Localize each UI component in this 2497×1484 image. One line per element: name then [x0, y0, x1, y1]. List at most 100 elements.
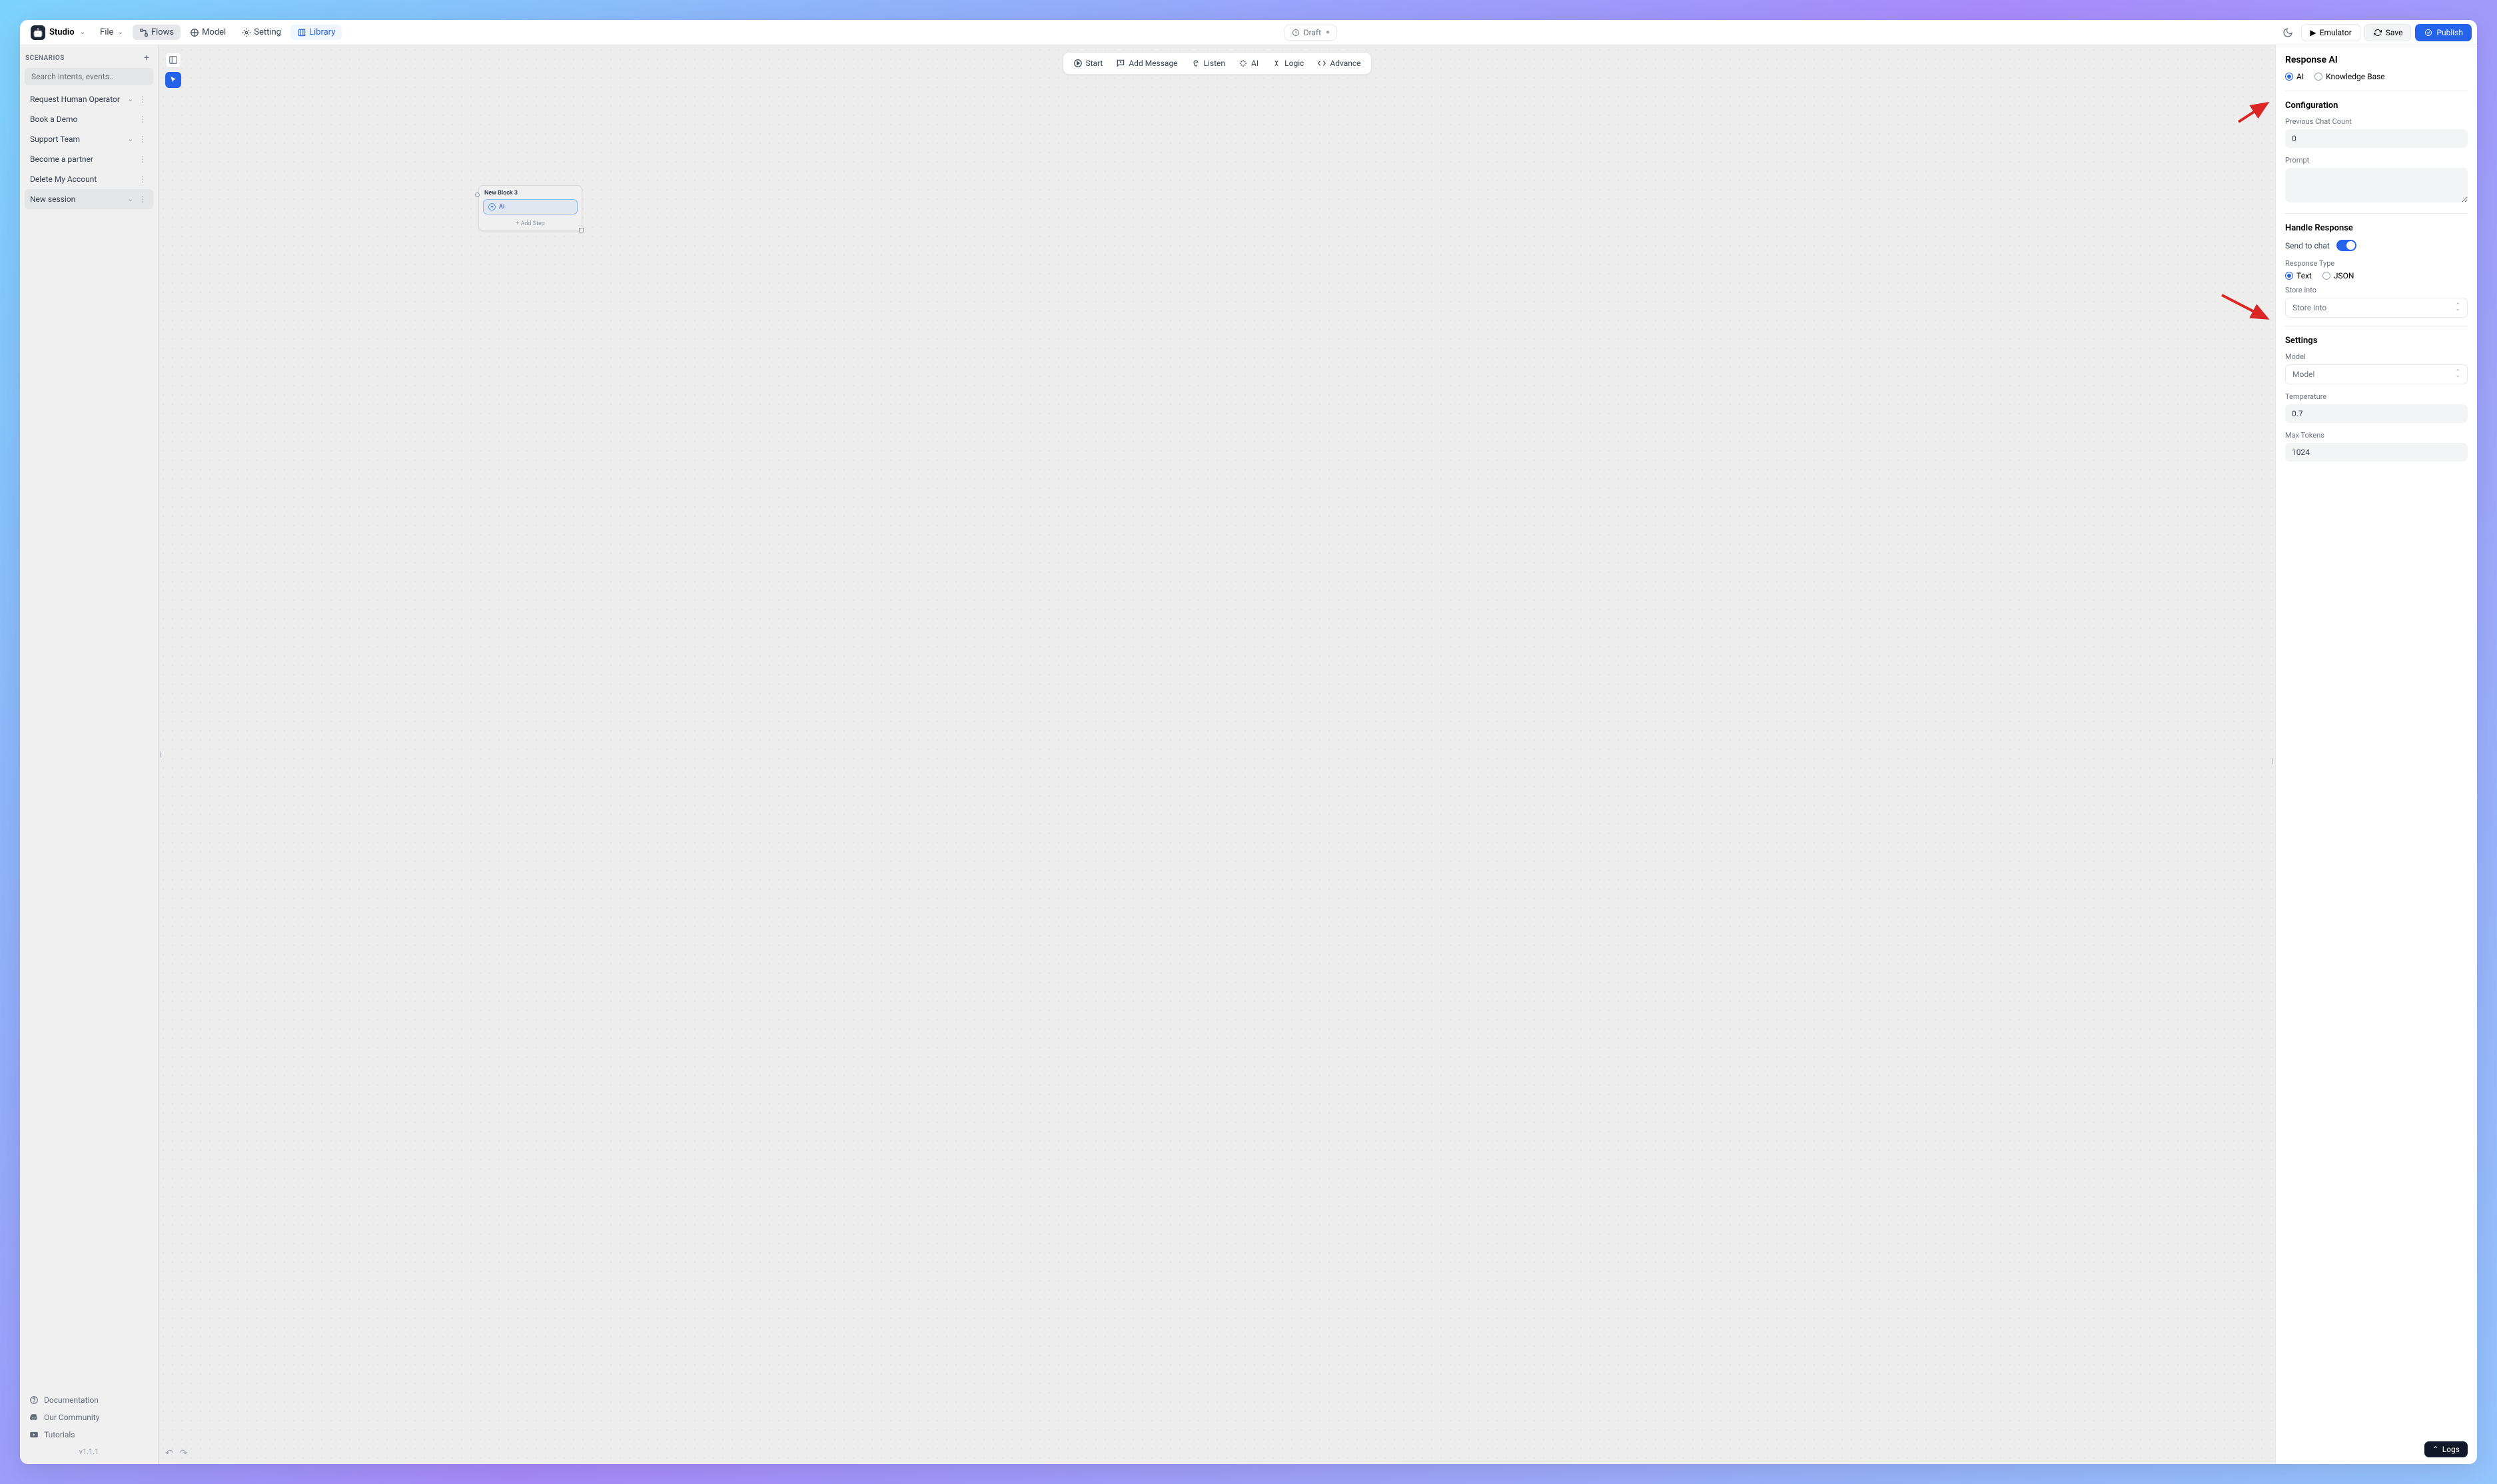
logic-icon — [1272, 59, 1281, 68]
sidebar-item[interactable]: Support Team ⌄ ⋮ — [25, 129, 153, 149]
more-icon[interactable]: ⋮ — [137, 175, 148, 184]
file-menu[interactable]: File ⌄ — [93, 25, 130, 40]
discord-icon — [29, 1413, 39, 1422]
text-radio[interactable]: Text — [2285, 271, 2312, 280]
config-title: Configuration — [2285, 101, 2468, 111]
logic-button[interactable]: Logic — [1266, 55, 1310, 71]
store-label: Store into — [2285, 286, 2468, 294]
model-icon — [190, 28, 199, 37]
resp-type-label: Response Type — [2285, 259, 2468, 268]
message-icon — [1116, 59, 1125, 68]
select-chevron-icon: ⌃⌄ — [2455, 304, 2460, 311]
send-chat-label: Send to chat — [2285, 241, 2330, 250]
kb-radio[interactable]: Knowledge Base — [2314, 72, 2385, 81]
ear-icon — [1191, 59, 1201, 68]
radio-icon — [2322, 272, 2330, 280]
brand-name: Studio — [49, 27, 75, 37]
advance-button[interactable]: Advance — [1311, 55, 1366, 71]
prompt-textarea[interactable] — [2285, 168, 2468, 202]
sparkle-icon — [1239, 59, 1248, 68]
topbar: Studio ⌄ File ⌄ Flows Model Setting — [20, 20, 2477, 45]
collapse-panel-handle[interactable]: ⟩ — [2270, 755, 2275, 768]
setting-menu[interactable]: Setting — [235, 25, 288, 40]
sidebar-item[interactable]: New session ⌄ ⋮ — [25, 189, 153, 209]
listen-button[interactable]: Listen — [1185, 55, 1232, 71]
max-tokens-input[interactable] — [2285, 443, 2468, 462]
flows-menu[interactable]: Flows — [133, 25, 181, 40]
moon-icon — [2282, 27, 2293, 38]
theme-toggle[interactable] — [2278, 23, 2297, 42]
play-circle-icon — [1073, 59, 1082, 68]
model-select[interactable]: Model ⌃⌄ — [2285, 364, 2468, 384]
sidebar-item[interactable]: Delete My Account ⋮ — [25, 169, 153, 189]
chevron-down-icon: ⌄ — [80, 29, 85, 36]
temperature-input[interactable] — [2285, 404, 2468, 423]
chevron-up-icon: ⌃ — [2432, 1445, 2439, 1454]
add-step-button[interactable]: + Add Step — [479, 217, 582, 230]
prev-chat-label: Previous Chat Count — [2285, 117, 2468, 126]
ai-button[interactable]: AI — [1233, 55, 1264, 71]
cursor-tool[interactable] — [165, 72, 181, 88]
redo-button[interactable]: ↷ — [180, 1448, 188, 1459]
right-panel: Response AI AI Knowledge Base Configurat… — [2275, 45, 2477, 1464]
model-label: Model — [2285, 352, 2468, 361]
more-icon[interactable]: ⋮ — [137, 155, 148, 164]
handle-title: Handle Response — [2285, 223, 2468, 233]
more-icon[interactable]: ⋮ — [137, 115, 148, 124]
add-message-button[interactable]: Add Message — [1110, 55, 1183, 71]
play-icon: ▶ — [2310, 28, 2316, 37]
draft-status[interactable]: Draft ● — [1284, 25, 1337, 41]
select-chevron-icon: ⌃⌄ — [2455, 371, 2460, 378]
tokens-label: Max Tokens — [2285, 431, 2468, 440]
start-button[interactable]: Start — [1067, 55, 1109, 71]
search-input[interactable] — [25, 68, 153, 85]
gear-icon — [242, 28, 251, 37]
emulator-button[interactable]: ▶ Emulator — [2301, 24, 2360, 41]
flows-icon — [139, 28, 149, 37]
json-radio[interactable]: JSON — [2322, 271, 2354, 280]
panel-tool[interactable] — [165, 52, 181, 68]
brand-menu[interactable]: Studio ⌄ — [25, 23, 91, 43]
scenarios-label: SCENARIOS — [25, 55, 65, 62]
save-button[interactable]: Save — [2364, 24, 2412, 41]
sidebar-item[interactable]: Book a Demo ⋮ — [25, 109, 153, 129]
sidebar: SCENARIOS + Request Human Operator ⌄ ⋮ B… — [20, 45, 159, 1464]
more-icon[interactable]: ⋮ — [137, 135, 148, 144]
flow-block[interactable]: New Block 3 ✦ AI + Add Step — [478, 185, 582, 231]
send-chat-toggle[interactable] — [2336, 240, 2356, 251]
prev-chat-input[interactable] — [2285, 129, 2468, 148]
youtube-icon — [29, 1430, 39, 1439]
ai-step-icon: ✦ — [488, 203, 496, 210]
logs-button[interactable]: ⌃ Logs — [2424, 1441, 2468, 1457]
block-step-ai[interactable]: ✦ AI — [483, 199, 578, 214]
documentation-link[interactable]: Documentation — [27, 1391, 151, 1409]
chevron-down-icon[interactable]: ⌄ — [128, 196, 133, 203]
store-select[interactable]: Store into ⌃⌄ — [2285, 298, 2468, 318]
chevron-down-icon[interactable]: ⌄ — [128, 96, 133, 103]
ai-radio[interactable]: AI — [2285, 72, 2304, 81]
undo-button[interactable]: ↶ — [165, 1448, 173, 1459]
publish-button[interactable]: Publish — [2415, 24, 2472, 41]
canvas[interactable]: ⟨ Start Add Message — [159, 45, 2275, 1464]
radio-icon — [2314, 73, 2322, 81]
community-link[interactable]: Our Community — [27, 1409, 151, 1426]
model-menu[interactable]: Model — [183, 25, 233, 40]
temp-label: Temperature — [2285, 392, 2468, 401]
unsaved-dot-icon: ● — [1326, 29, 1330, 36]
code-icon — [1317, 59, 1326, 68]
sidebar-item[interactable]: Request Human Operator ⌄ ⋮ — [25, 89, 153, 109]
more-icon[interactable]: ⋮ — [137, 95, 148, 104]
library-icon — [297, 28, 306, 37]
block-title: New Block 3 — [479, 186, 582, 199]
more-icon[interactable]: ⋮ — [137, 194, 148, 204]
tutorials-link[interactable]: Tutorials — [27, 1426, 151, 1443]
chevron-down-icon[interactable]: ⌄ — [128, 136, 133, 143]
version-label: v1.1.1 — [27, 1443, 151, 1459]
canvas-toolbar: Start Add Message Listen AI Logic — [1062, 52, 1371, 75]
library-menu[interactable]: Library — [290, 25, 342, 40]
sidebar-item[interactable]: Become a partner ⋮ — [25, 149, 153, 169]
radio-icon — [2285, 272, 2293, 280]
collapse-sidebar-handle[interactable]: ⟨ — [159, 745, 163, 765]
add-scenario-button[interactable]: + — [141, 52, 153, 64]
check-circle-icon — [2424, 28, 2433, 37]
